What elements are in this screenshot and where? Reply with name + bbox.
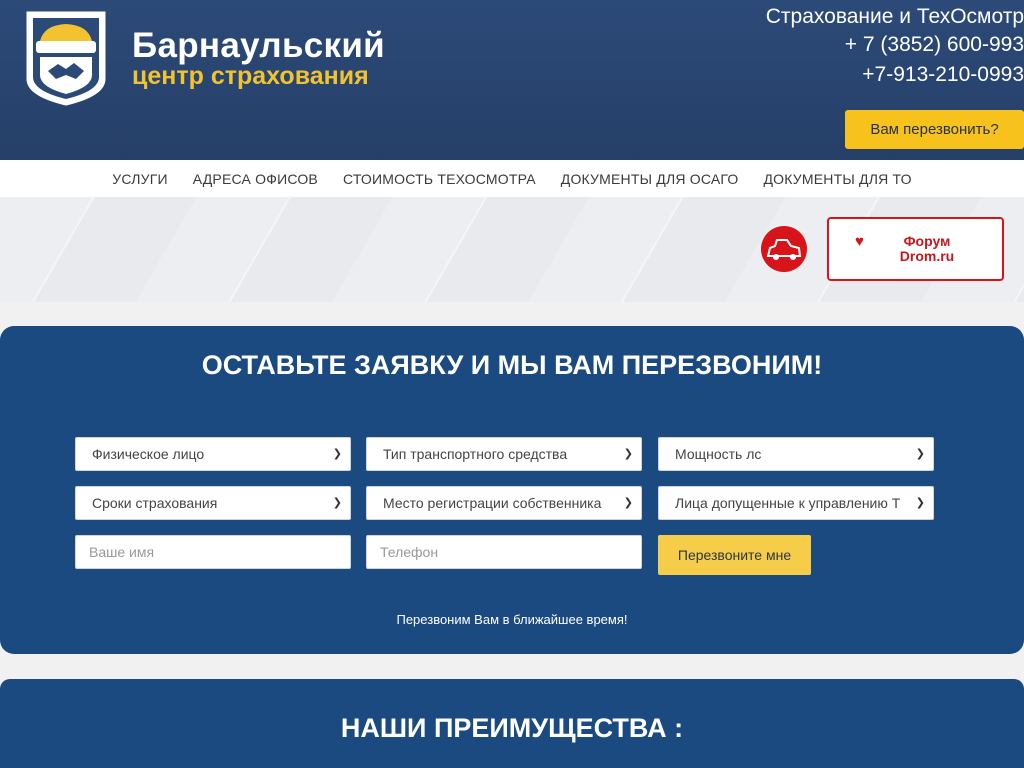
logo-emblem-icon[interactable] (24, 9, 108, 107)
select-horsepower-value: Мощность лс (675, 446, 762, 462)
nav-item-inspection-cost[interactable]: Стоимость техосмотра (343, 171, 536, 187)
callback-form-panel: ОСТАВЬТЕ ЗАЯВКУ И МЫ ВАМ ПЕРЕЗВОНИМ! Физ… (0, 326, 1024, 654)
select-vehicle-type-value: Тип транспортного средства (383, 446, 568, 462)
phone-link-2[interactable]: +7-913-210-0993 (766, 60, 1024, 90)
contacts-block: Страхование и ТехОсмотр + 7 (3852) 600-9… (766, 4, 1024, 90)
select-vehicle-type[interactable]: Тип транспортного средства ❯ (366, 437, 642, 471)
submit-callback-button[interactable]: Перезвоните мне (658, 535, 811, 575)
select-insurance-term-value: Сроки страхования (92, 495, 218, 511)
forum-drom-button[interactable]: ♥ Форум Drom.ru (827, 217, 1004, 281)
nav-item-office-addresses[interactable]: Адреса офисов (193, 171, 318, 187)
brand-line2: центр страхования (132, 62, 369, 90)
contact-title: Страхование и ТехОсмотр (765, 5, 1024, 28)
chevron-down-icon: ❯ (332, 448, 342, 460)
callback-button[interactable]: Вам перезвонить? (845, 110, 1024, 149)
select-allowed-drivers-value: Лица допущенные к управлению Т (675, 495, 901, 511)
select-horsepower[interactable]: Мощность лс ❯ (658, 437, 934, 471)
phone-input[interactable] (366, 535, 642, 569)
select-allowed-drivers[interactable]: Лица допущенные к управлению Т ❯ (658, 486, 934, 520)
advantages-panel: НАШИ ПРЕИМУЩЕСТВА : (0, 679, 1024, 768)
nav-item-inspection-documents[interactable]: Документы для ТО (763, 171, 911, 187)
main-nav: Услуги Адреса офисов Стоимость техосмотр… (0, 160, 1024, 197)
nav-item-services[interactable]: Услуги (112, 171, 167, 187)
select-person-type-value: Физическое лицо (92, 446, 205, 462)
select-insurance-term[interactable]: Сроки страхования ❯ (75, 486, 351, 520)
name-input[interactable] (75, 535, 351, 569)
chevron-down-icon: ❯ (623, 497, 633, 509)
nav-item-osago-documents[interactable]: Документы для ОСАГО (561, 171, 739, 187)
chevron-down-icon: ❯ (332, 497, 342, 509)
brand-line1: Барнаульский (132, 26, 385, 65)
form-note: Перезвоним Вам в ближайшее время! (396, 612, 628, 627)
form-title: ОСТАВЬТЕ ЗАЯВКУ И МЫ ВАМ ПЕРЕЗВОНИМ! (201, 350, 823, 380)
chevron-down-icon: ❯ (915, 497, 925, 509)
chevron-down-icon: ❯ (623, 448, 633, 460)
flame-icon: ♥ (855, 233, 864, 250)
phone-link-1[interactable]: + 7 (3852) 600-993 (766, 30, 1024, 60)
select-owner-registration-value: Место регистрации собственника (383, 495, 602, 511)
select-person-type[interactable]: Физическое лицо ❯ (75, 437, 351, 471)
forum-drom-label: Форум Drom.ru (899, 233, 955, 264)
select-owner-registration[interactable]: Место регистрации собственника ❯ (366, 486, 642, 520)
advantages-title: НАШИ ПРЕИМУЩЕСТВА : (340, 713, 684, 743)
brand-name: Барнаульский центр страхования (132, 26, 385, 91)
drom-logo-icon[interactable] (761, 226, 807, 272)
site-header: Барнаульский центр страхования Страхован… (0, 0, 1024, 160)
chevron-down-icon: ❯ (915, 448, 925, 460)
